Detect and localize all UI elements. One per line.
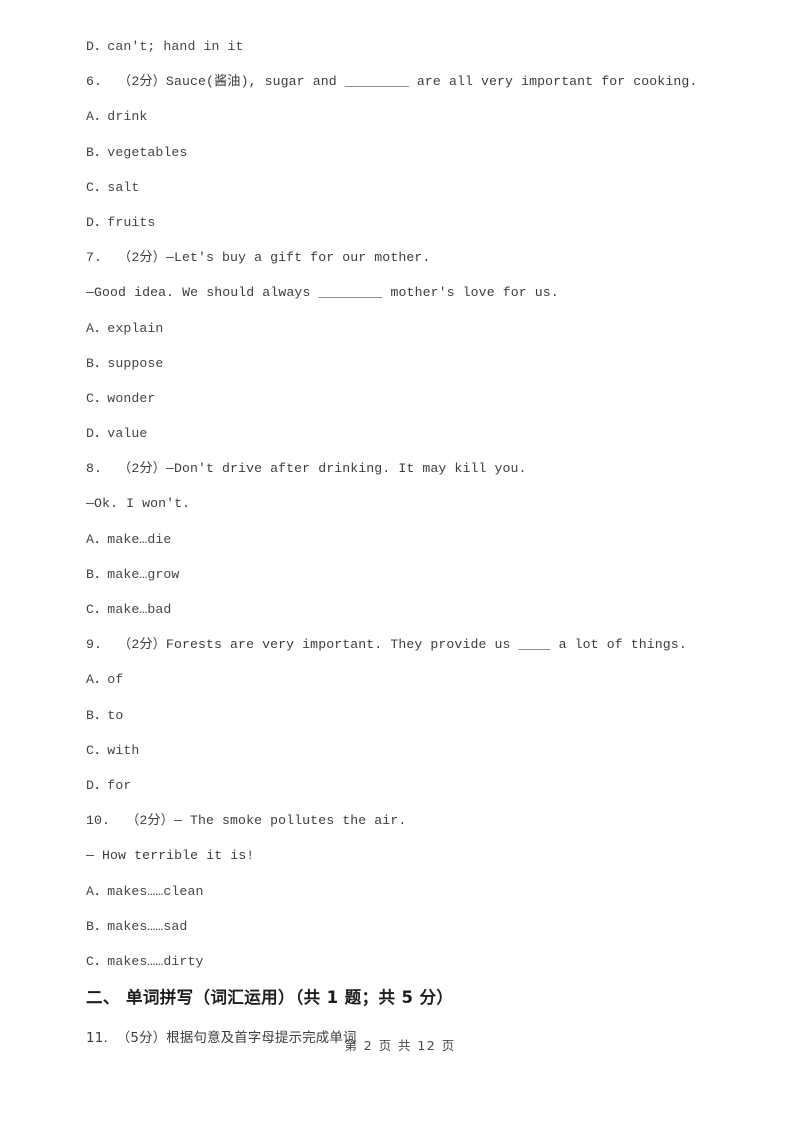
question-stem: 7. （2分）—Let's buy a gift for our mother. [86, 250, 431, 266]
answer-option: A．explain [86, 320, 164, 336]
answer-option: C．salt [86, 179, 140, 195]
answer-option: C．makes……dirty [86, 953, 204, 969]
question-stem: —Ok. I won't. [86, 496, 191, 512]
answer-option: D．for [86, 777, 132, 793]
question-stem: — How terrible it is! [86, 848, 255, 864]
section-heading: 二、 单词拼写（词汇运用）（共 1 题；共 5 分） [86, 988, 454, 1008]
answer-option: B．makes……sad [86, 918, 188, 934]
answer-option: B．suppose [86, 355, 164, 371]
exam-page: D．can't; hand in it 6. （2分）Sauce(酱油), sug… [0, 0, 800, 1132]
answer-option: B．vegetables [86, 144, 188, 160]
question-stem: 9. （2分）Forests are very important. They … [86, 637, 687, 653]
question-stem: 10. （2分）— The smoke pollutes the air. [86, 813, 407, 829]
page-footer: 第 2 页 共 12 页 [344, 1038, 456, 1053]
answer-option: D．can't; hand in it [86, 39, 244, 54]
answer-option: D．fruits [86, 214, 156, 230]
answer-option: A．of [86, 672, 124, 688]
question-stem: 6. （2分）Sauce(酱油), sugar and ________ are… [86, 74, 698, 90]
exam-content: D．can't; hand in it 6. （2分）Sauce(酱油), sug… [86, 40, 714, 1045]
question-stem: 8. （2分）—Don't drive after drinking. It m… [86, 461, 527, 477]
answer-option: B．make…grow [86, 566, 180, 582]
answer-option: B．to [86, 707, 124, 723]
answer-option: C．with [86, 742, 140, 758]
answer-option: A．make…die [86, 531, 172, 547]
answer-option: C．wonder [86, 390, 156, 406]
answer-option: C．make…bad [86, 602, 172, 617]
question-stem: —Good idea. We should always ________ mo… [86, 285, 559, 301]
answer-option: A．makes……clean [86, 883, 204, 899]
answer-option: A．drink [86, 109, 148, 125]
answer-option: D．value [86, 426, 148, 442]
